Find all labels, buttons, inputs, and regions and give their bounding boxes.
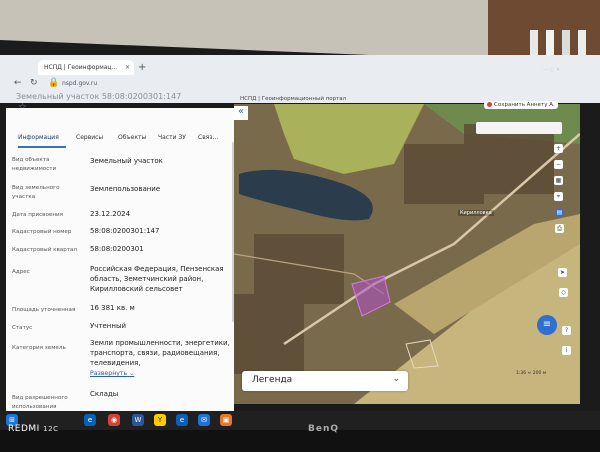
land-category-value: Земли промышленности, энергетики, трансп… [90, 339, 230, 367]
window-controls[interactable]: — ▢ ✕ [543, 67, 560, 73]
area-value: 16 381 кв. м [90, 304, 135, 312]
help-icon[interactable]: ? [562, 326, 571, 335]
field-value: 23.12.2024 [90, 210, 131, 218]
expand-link[interactable]: Развернуть ⌄ [90, 370, 134, 377]
page-title: НСПД | Геоинформационный портал [240, 96, 347, 102]
watermark-model: 12C [43, 425, 59, 433]
refresh-icon[interactable]: ↻ [30, 78, 38, 88]
ruler-icon[interactable]: ⌖ [554, 192, 563, 201]
object-info-panel: Информация Сервисы Объекты Части ЗУ Связ… [6, 108, 234, 413]
map-search-input[interactable] [476, 122, 562, 134]
zoom-out-icon[interactable]: − [554, 160, 563, 169]
chevron-down-icon: ⌄ [129, 370, 135, 377]
map-scale: 1:36 ≈ 200 м [516, 371, 547, 376]
monitor-brand: BenQ [308, 424, 340, 434]
tab-land-parts[interactable]: Части ЗУ [158, 134, 186, 141]
field-value: Землепользование [90, 185, 161, 193]
field-label: Площадь уточненная [12, 307, 76, 313]
field-label: Кадастровый квартал [12, 247, 78, 253]
address-bar[interactable]: nspd.gov.ru [62, 80, 97, 87]
chrome-icon[interactable]: ◉ [108, 414, 120, 426]
edge-icon[interactable]: e [84, 414, 96, 426]
status-value: Учтенный [90, 322, 127, 330]
tab-services[interactable]: Сервисы [76, 134, 103, 141]
permitted-use-value: Склады [90, 390, 119, 398]
lock-icon: 🔒 [48, 78, 60, 88]
cadastral-number[interactable]: 58:08:0200301:147 [90, 226, 230, 236]
back-icon[interactable]: ← [14, 78, 22, 88]
share-label: Сохранить Аннету А. [494, 102, 555, 108]
tab-close-icon[interactable]: ✕ [125, 60, 130, 75]
field-label: Вид объекта недвижимости [12, 157, 57, 172]
ie-icon[interactable]: e [176, 414, 188, 426]
layers-icon[interactable]: ≡ [537, 315, 557, 335]
tab-info[interactable]: Информация [18, 134, 59, 141]
app-icon[interactable]: ▣ [220, 414, 232, 426]
tab-links[interactable]: Связ... [198, 134, 218, 141]
field-label: Категория земель [12, 345, 66, 351]
new-tab-icon[interactable]: + [138, 62, 146, 73]
field-label: Кадастровый номер [12, 229, 72, 235]
info-icon[interactable]: i [562, 346, 571, 355]
cadastral-quarter[interactable]: 58:08:0200301 [90, 244, 230, 254]
monitor-bezel [0, 430, 600, 452]
field-label: Адрес [12, 269, 30, 275]
zoom-in-icon[interactable]: + [554, 144, 563, 153]
field-value: Земельный участок [90, 157, 163, 165]
document-icon[interactable]: ▤ [555, 208, 564, 217]
legend-label: Легенда [252, 375, 293, 385]
object-header: Земельный участок 58:08:0200301:147 [16, 92, 182, 101]
tab-objects[interactable]: Объекты [118, 134, 146, 141]
locate-icon[interactable]: ➤ [558, 268, 567, 277]
field-label: Вид земельного участка [12, 185, 60, 200]
browser-tab[interactable]: НСПД | Геоинформац... ✕ [38, 60, 134, 75]
satellite-map [234, 104, 580, 404]
active-tab-indicator [18, 146, 66, 148]
photo-scene: НСПД | Геоинформац... ✕ + ← ↻ 🔒 nspd.gov… [0, 0, 600, 452]
watermark-brand: REDMI [8, 424, 40, 434]
word-icon[interactable]: W [132, 414, 144, 426]
mail-icon[interactable]: ✉ [198, 414, 210, 426]
tab-title: НСПД | Геоинформац... [44, 64, 118, 71]
grid-icon[interactable]: ▦ [554, 176, 563, 185]
map-view[interactable] [234, 104, 580, 404]
collapse-panel-button[interactable]: « [234, 106, 248, 120]
address-value: Российская Федерация, Пензенская область… [90, 265, 224, 293]
place-label: Кирилловка [458, 210, 494, 216]
field-label: Вид разрешенного использования [12, 395, 68, 410]
save-link-button[interactable]: Сохранить Аннету А. [484, 101, 558, 109]
field-label: Статус [12, 325, 33, 331]
expand-label: Развернуть [90, 370, 128, 377]
print-icon[interactable]: ⎙ [555, 224, 564, 233]
camera-watermark: REDMI 12C [8, 424, 58, 434]
yandex-icon[interactable]: Y [154, 414, 166, 426]
legend-dropdown[interactable]: Легенда ⌄ [242, 371, 408, 391]
field-label: Дата присвоения [12, 212, 63, 218]
chevron-down-icon: ⌄ [392, 374, 400, 384]
compass-icon[interactable]: ◇ [559, 288, 568, 297]
record-icon [487, 102, 492, 107]
